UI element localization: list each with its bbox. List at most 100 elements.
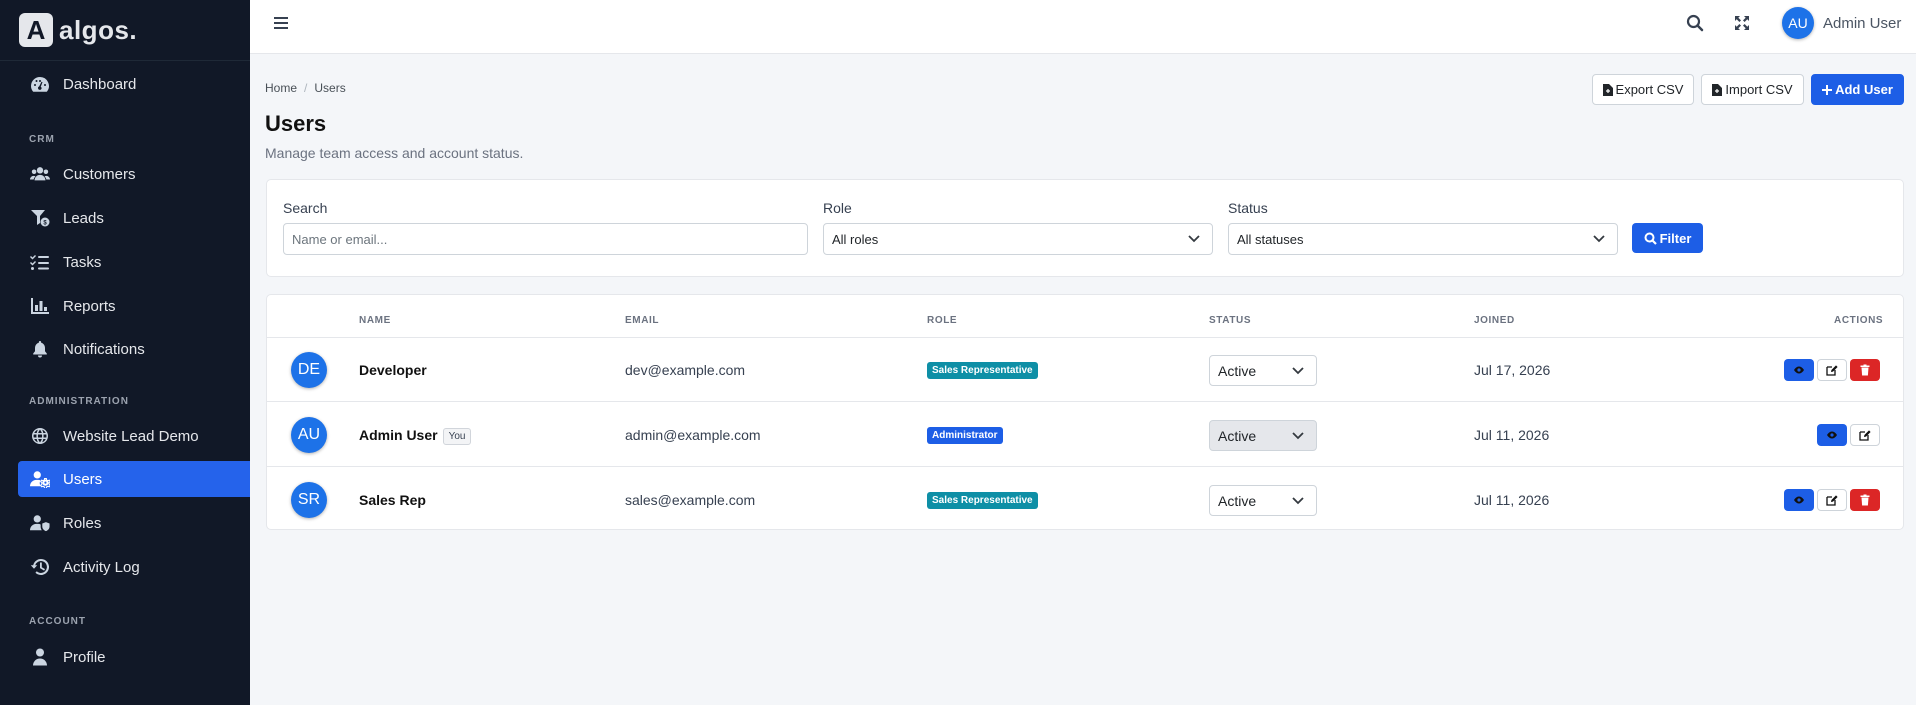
- fullscreen-icon[interactable]: [1732, 13, 1752, 33]
- import-csv-label: Import CSV: [1725, 82, 1793, 97]
- tachometer-icon: [29, 75, 51, 93]
- th-role[interactable]: ROLE: [927, 315, 957, 326]
- user-email: sales@example.com: [625, 492, 756, 508]
- user-name: Developer: [359, 362, 427, 378]
- chevron-down-icon: [1292, 367, 1304, 375]
- avatar: SR: [291, 482, 327, 518]
- section-crm: CRM: [29, 134, 55, 145]
- breadcrumb: Home / Users: [265, 81, 346, 95]
- user-shield-icon: [29, 514, 51, 532]
- search-input[interactable]: Name or email...: [283, 223, 808, 255]
- sidebar-item-label: Customers: [63, 165, 136, 183]
- search-icon[interactable]: [1685, 13, 1705, 33]
- current-user-name[interactable]: Admin User: [1823, 15, 1901, 32]
- role-badge: Administrator: [927, 427, 1003, 444]
- tasks-icon: [29, 253, 51, 271]
- sidebar-item-reports[interactable]: Reports: [18, 288, 250, 324]
- sidebar-item-customers[interactable]: Customers: [18, 156, 250, 192]
- status-dropdown-value: Active: [1218, 492, 1257, 509]
- eye-icon: [1794, 366, 1804, 374]
- status-label: Status: [1228, 200, 1268, 216]
- filter-button[interactable]: Filter: [1632, 223, 1703, 253]
- role-select-value: All roles: [832, 231, 879, 247]
- avatar[interactable]: AU: [1782, 7, 1814, 39]
- table-row: AU Admin User You admin@example.com Admin…: [267, 403, 1903, 467]
- page-title: Users: [265, 111, 327, 136]
- users-icon: [29, 165, 51, 183]
- sidebar-item-website-lead-demo[interactable]: Website Lead Demo: [18, 418, 250, 454]
- edit-icon: [1826, 495, 1838, 506]
- th-joined[interactable]: JOINED: [1474, 315, 1515, 326]
- joined-date: Jul 11, 2026: [1474, 427, 1550, 443]
- user-name-cell: Admin User You: [359, 427, 472, 445]
- eye-icon: [1794, 496, 1804, 504]
- delete-button[interactable]: [1850, 489, 1880, 511]
- sidebar-item-users[interactable]: Users: [18, 461, 250, 497]
- th-status[interactable]: STATUS: [1209, 315, 1251, 326]
- user-name: Sales Rep: [359, 492, 426, 508]
- user-name: Admin User: [359, 427, 438, 443]
- eye-icon: [1827, 431, 1837, 439]
- sidebar-item-activity-log[interactable]: Activity Log: [18, 549, 250, 585]
- brand[interactable]: A algos.: [0, 0, 250, 61]
- delete-button[interactable]: [1850, 359, 1880, 381]
- edit-button[interactable]: [1817, 489, 1847, 511]
- status-dropdown-value: Active: [1218, 362, 1257, 379]
- import-csv-button[interactable]: Import CSV: [1701, 74, 1804, 105]
- add-user-label: Add User: [1835, 82, 1893, 97]
- joined-date: Jul 17, 2026: [1474, 362, 1551, 378]
- sidebar-item-label: Roles: [63, 514, 102, 532]
- th-name[interactable]: NAME: [359, 315, 391, 326]
- status-dropdown[interactable]: Active: [1209, 485, 1317, 516]
- edit-icon: [1826, 365, 1838, 376]
- edit-button[interactable]: [1817, 359, 1847, 381]
- chevron-down-icon: [1292, 432, 1304, 440]
- edit-button[interactable]: [1850, 424, 1880, 446]
- file-import-icon: [1712, 83, 1723, 96]
- search-label: Search: [283, 200, 328, 216]
- sidebar-item-label: Notifications: [63, 340, 145, 358]
- status-dropdown[interactable]: Active: [1209, 355, 1317, 386]
- sidebar-item-dashboard[interactable]: Dashboard: [18, 66, 250, 102]
- add-user-button[interactable]: Add User: [1811, 74, 1904, 105]
- sidebar-item-label: Dashboard: [63, 75, 137, 93]
- export-csv-button[interactable]: Export CSV: [1592, 74, 1694, 105]
- sidebar-item-tasks[interactable]: Tasks: [18, 244, 250, 280]
- brand-name: algos.: [59, 14, 138, 45]
- user-email: admin@example.com: [625, 427, 761, 443]
- view-button[interactable]: [1784, 359, 1814, 381]
- history-icon: [29, 558, 51, 576]
- sidebar-item-notifications[interactable]: Notifications: [18, 331, 250, 367]
- view-button[interactable]: [1817, 424, 1847, 446]
- sidebar-item-leads[interactable]: $ Leads: [18, 200, 250, 236]
- chevron-down-icon: [1188, 235, 1200, 243]
- sidebar: A algos. Dashboard CRM Customers $ Leads…: [0, 0, 250, 705]
- menu-icon[interactable]: [273, 15, 289, 31]
- chevron-down-icon: [1593, 235, 1605, 243]
- status-dropdown-value: Active: [1218, 427, 1257, 444]
- joined-date: Jul 11, 2026: [1474, 492, 1550, 508]
- status-select[interactable]: All statuses: [1228, 223, 1618, 255]
- sidebar-item-label: Leads: [63, 209, 104, 227]
- funnel-dollar-icon: $: [29, 209, 51, 227]
- status-select-value: All statuses: [1237, 231, 1304, 247]
- view-button[interactable]: [1784, 489, 1814, 511]
- edit-icon: [1859, 430, 1871, 441]
- trash-icon: [1860, 364, 1870, 376]
- chevron-down-icon: [1292, 497, 1304, 505]
- plus-icon: [1822, 84, 1833, 95]
- breadcrumb-home[interactable]: Home: [265, 81, 297, 95]
- file-export-icon: [1602, 83, 1613, 96]
- sidebar-item-roles[interactable]: Roles: [18, 505, 250, 541]
- role-label: Role: [823, 200, 852, 216]
- role-select[interactable]: All roles: [823, 223, 1213, 255]
- export-csv-label: Export CSV: [1615, 82, 1684, 97]
- filter-button-label: Filter: [1659, 230, 1692, 246]
- sidebar-item-label: Activity Log: [63, 558, 140, 576]
- trash-icon: [1860, 494, 1870, 506]
- globe-icon: [29, 427, 51, 445]
- role-badge: Sales Representative: [927, 362, 1038, 379]
- sidebar-item-profile[interactable]: Profile: [18, 639, 250, 675]
- section-administration: ADMINISTRATION: [29, 396, 129, 407]
- th-email[interactable]: EMAIL: [625, 315, 659, 326]
